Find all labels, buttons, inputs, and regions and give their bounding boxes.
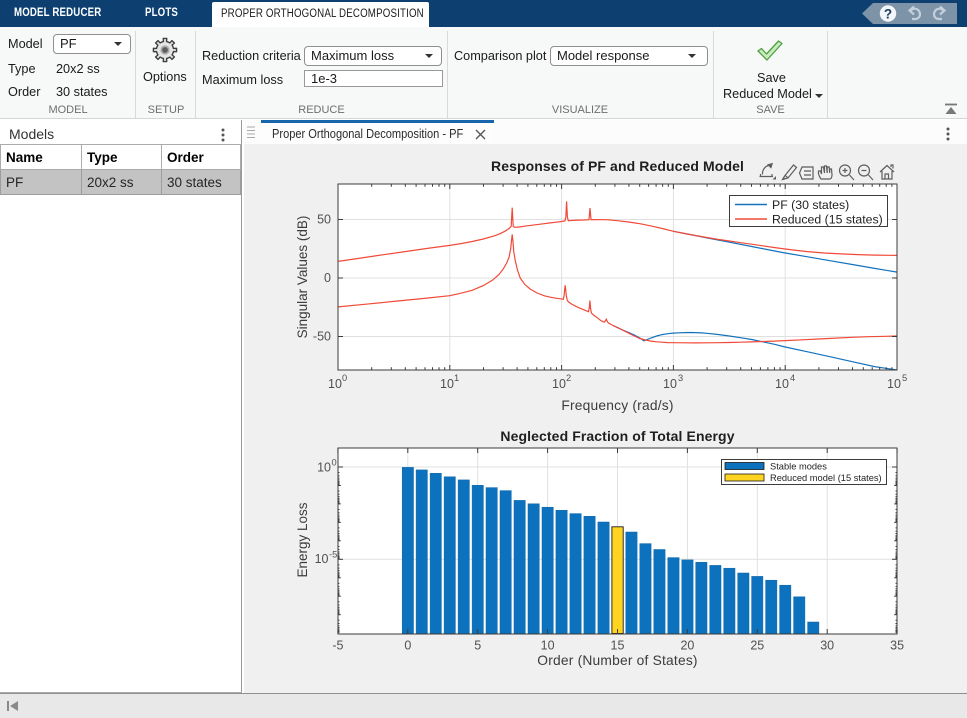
svg-text:25: 25 <box>750 639 764 653</box>
svg-text:Singular Values (dB): Singular Values (dB) <box>295 216 310 339</box>
svg-text:Reduced (15 states): Reduced (15 states) <box>772 213 883 227</box>
svg-text:Responses of PF and Reduced Mo: Responses of PF and Reduced Model <box>491 158 744 174</box>
svg-text:10: 10 <box>775 377 789 391</box>
svg-text:0: 0 <box>332 458 337 468</box>
svg-text:10: 10 <box>887 377 901 391</box>
svg-text:5: 5 <box>474 639 481 653</box>
svg-text:35: 35 <box>890 639 904 653</box>
svg-text:3: 3 <box>678 373 683 383</box>
svg-text:Energy Loss: Energy Loss <box>295 502 310 577</box>
svg-text:Reduced model (15 states): Reduced model (15 states) <box>770 473 882 483</box>
svg-text:30: 30 <box>820 639 834 653</box>
svg-text:0: 0 <box>324 271 331 285</box>
svg-text:1: 1 <box>454 373 459 383</box>
svg-text:Order (Number of States): Order (Number of States) <box>537 653 697 668</box>
svg-text:10: 10 <box>541 639 555 653</box>
svg-text:Frequency (rad/s): Frequency (rad/s) <box>561 398 673 413</box>
svg-text:-5: -5 <box>332 639 343 653</box>
svg-text:50: 50 <box>317 213 331 227</box>
svg-text:20: 20 <box>680 639 694 653</box>
svg-text:-5: -5 <box>329 550 337 560</box>
svg-text:10: 10 <box>552 377 566 391</box>
svg-text:10: 10 <box>315 552 329 566</box>
svg-text:?: ? <box>884 6 892 21</box>
svg-text:10: 10 <box>328 377 342 391</box>
svg-text:-50: -50 <box>313 330 331 344</box>
svg-text:PF (30 states): PF (30 states) <box>772 198 849 212</box>
svg-text:15: 15 <box>611 639 625 653</box>
svg-text:Neglected Fraction of Total En: Neglected Fraction of Total Energy <box>500 428 734 444</box>
svg-text:10: 10 <box>317 461 331 475</box>
svg-text:10: 10 <box>440 377 454 391</box>
svg-text:10: 10 <box>663 377 677 391</box>
svg-text:4: 4 <box>790 373 795 383</box>
svg-text:0: 0 <box>342 373 347 383</box>
svg-text:0: 0 <box>404 639 411 653</box>
svg-text:2: 2 <box>566 373 571 383</box>
svg-text:Stable modes: Stable modes <box>770 462 827 472</box>
svg-text:5: 5 <box>902 373 907 383</box>
